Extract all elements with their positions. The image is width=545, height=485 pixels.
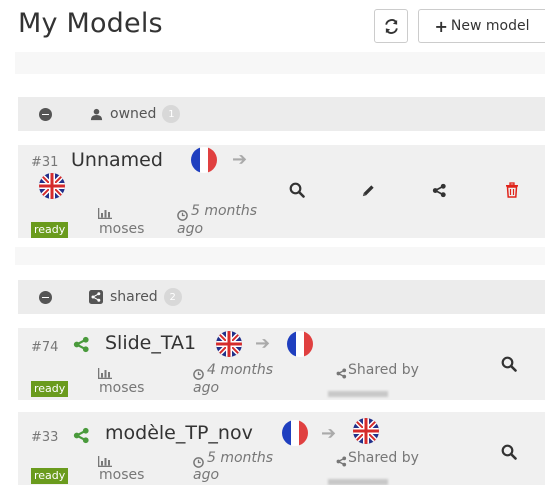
- fr-flag-icon: [287, 331, 313, 357]
- engine-label: moses: [99, 221, 145, 237]
- redacted-username: [328, 471, 388, 485]
- model-card-31: #31 Unnamed ➔ moses ready 5 months ago: [18, 145, 545, 238]
- model-card-74: #74 Slide_TA1 ➔ moses ready 4 months ago…: [18, 328, 545, 400]
- collapse-icon[interactable]: [39, 107, 52, 121]
- shared-by-label: Shared by: [348, 450, 419, 466]
- arrow-right-icon: ➔: [232, 149, 248, 170]
- header-divider-band: [15, 52, 545, 74]
- new-model-button[interactable]: + New model: [418, 9, 545, 43]
- user-icon: [89, 107, 103, 121]
- plus-icon: +: [434, 16, 448, 36]
- model-id: #33: [31, 430, 59, 445]
- model-name[interactable]: Unnamed: [71, 149, 163, 171]
- page: My Models + New model owned 1 #31 Unname…: [0, 0, 545, 485]
- arrow-right-icon: ➔: [321, 423, 337, 444]
- share-icon: [336, 452, 347, 471]
- engine-label: moses: [99, 380, 145, 396]
- redacted-username: [328, 383, 388, 402]
- refresh-icon: [384, 18, 398, 34]
- trash-icon[interactable]: [501, 179, 523, 201]
- model-id: #74: [31, 340, 59, 355]
- share-icon: [336, 364, 347, 383]
- model-name[interactable]: Slide_TA1: [105, 332, 196, 354]
- section-spacer-band: [15, 247, 545, 265]
- fr-flag-icon: [282, 420, 308, 446]
- status-badge: ready: [31, 381, 69, 397]
- section-shared-label: shared: [110, 289, 158, 305]
- model-age: 4 months: [207, 362, 274, 378]
- gb-flag-icon: [216, 331, 242, 357]
- engine-label: moses: [99, 467, 145, 483]
- search-icon[interactable]: [498, 441, 520, 463]
- gb-flag-icon: [39, 173, 65, 199]
- section-shared-header[interactable]: shared 2: [18, 280, 545, 314]
- shared-model-icon: [73, 336, 90, 357]
- pencil-icon[interactable]: [357, 179, 379, 201]
- model-age: 5 months: [207, 450, 274, 466]
- section-owned-header[interactable]: owned 1: [18, 97, 545, 131]
- search-icon[interactable]: [498, 353, 520, 375]
- model-age: 5 months: [191, 203, 258, 219]
- collapse-icon[interactable]: [39, 290, 52, 304]
- gb-flag-icon: [353, 418, 379, 444]
- section-shared-count: 2: [163, 288, 182, 306]
- search-icon[interactable]: [286, 179, 308, 201]
- model-card-33: #33 modèle_TP_nov ➔ moses ready 5 months…: [18, 412, 545, 485]
- arrow-right-icon: ➔: [255, 333, 271, 354]
- new-model-label: New model: [450, 18, 530, 34]
- share-icon[interactable]: [428, 179, 450, 201]
- share-square-icon: [89, 290, 103, 304]
- page-title: My Models: [18, 8, 163, 39]
- refresh-button[interactable]: [374, 9, 408, 43]
- model-age-suffix: ago: [193, 467, 220, 483]
- shared-model-icon: [73, 427, 90, 448]
- status-badge: ready: [31, 468, 69, 484]
- model-name[interactable]: modèle_TP_nov: [105, 422, 253, 444]
- status-badge: ready: [31, 222, 69, 238]
- section-owned-label: owned: [110, 106, 157, 122]
- section-owned-count: 1: [162, 105, 181, 123]
- fr-flag-icon: [191, 147, 217, 173]
- model-id: #31: [31, 155, 59, 170]
- model-age-suffix: ago: [193, 380, 220, 396]
- shared-by-label: Shared by: [348, 362, 419, 378]
- model-age-suffix: ago: [177, 221, 204, 237]
